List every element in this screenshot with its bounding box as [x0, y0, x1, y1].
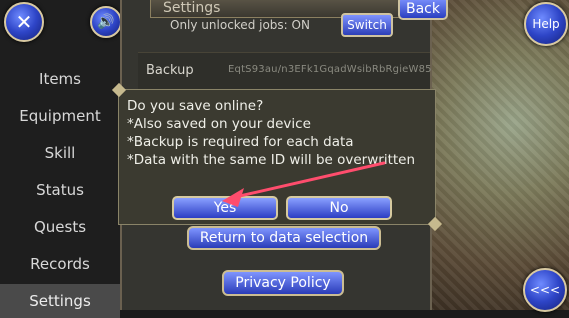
dialog-line: Do you save online? — [127, 98, 264, 114]
close-button[interactable]: ✕ — [4, 2, 44, 42]
privacy-policy-button[interactable]: Privacy Policy — [222, 270, 344, 296]
return-to-data-selection-button[interactable]: Return to data selection — [187, 226, 381, 250]
sidebar-item-status[interactable]: Status — [0, 173, 120, 207]
dialog-line: *Backup is required for each data — [127, 134, 354, 150]
yes-button[interactable]: Yes — [172, 196, 278, 220]
sidebar-item-label: Settings — [29, 292, 91, 310]
back-button[interactable]: Back — [398, 0, 448, 20]
sidebar-item-label: Skill — [44, 144, 76, 162]
collapse-label: <<< — [529, 283, 561, 297]
backup-id: EqtS93au/n3EFk1GqadWsibRbRgieW85 — [228, 64, 432, 75]
backup-label: Backup — [146, 63, 194, 78]
sidebar-item-equipment[interactable]: Equipment — [0, 99, 120, 133]
help-button[interactable]: Help — [524, 2, 568, 46]
sidebar: Items Equipment Skill Status Quests Reco… — [0, 52, 120, 318]
sidebar-item-quests[interactable]: Quests — [0, 210, 120, 244]
sidebar-item-records[interactable]: Records — [0, 247, 120, 281]
sidebar-item-label: Records — [30, 255, 90, 273]
no-button[interactable]: No — [286, 196, 392, 220]
backup-row: Backup EqtS93au/n3EFk1GqadWsibRbRgieW85 — [138, 52, 432, 90]
sidebar-item-settings[interactable]: Settings — [0, 284, 120, 318]
sidebar-item-label: Equipment — [19, 107, 101, 125]
close-icon: ✕ — [15, 10, 33, 34]
speaker-icon: 🔊 — [97, 14, 115, 30]
dialog-line: *Data with the same ID will be overwritt… — [127, 152, 416, 168]
collapse-button[interactable]: <<< — [523, 268, 567, 312]
dialog-message: Do you save online? *Also saved on your … — [127, 97, 415, 169]
sound-button[interactable]: 🔊 — [90, 6, 122, 38]
sidebar-item-items[interactable]: Items — [0, 62, 120, 96]
sidebar-item-label: Status — [36, 181, 84, 199]
sidebar-item-label: Quests — [33, 218, 87, 236]
unlocked-jobs-label: Only unlocked jobs: ON — [170, 18, 310, 32]
sidebar-item-label: Items — [39, 70, 81, 88]
switch-button[interactable]: Switch — [341, 13, 393, 37]
world-map-backdrop — [429, 0, 569, 310]
sidebar-item-skill[interactable]: Skill — [0, 136, 120, 170]
save-online-dialog: Do you save online? *Also saved on your … — [118, 89, 436, 225]
help-label: Help — [532, 17, 560, 31]
dialog-line: *Also saved on your device — [127, 116, 311, 132]
